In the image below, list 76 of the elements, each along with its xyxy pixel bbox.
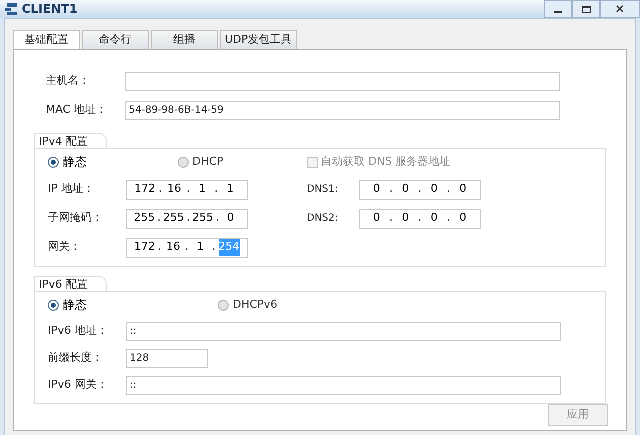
ip-address-field[interactable]: 0 . 0 . 0 . 0 xyxy=(359,180,481,200)
input-field[interactable]: 54-89-98-6B-14-59 xyxy=(125,101,560,120)
field-label: 前缀长度： xyxy=(48,350,104,366)
octet: 0 xyxy=(372,181,382,198)
octet: 1 xyxy=(196,239,206,256)
octet-separator: . xyxy=(186,181,190,198)
octet-separator: . xyxy=(158,239,162,256)
octet: 0 xyxy=(430,210,439,226)
octet: 0 xyxy=(401,210,410,226)
octet: 0 xyxy=(372,210,382,226)
input-field[interactable]: :: xyxy=(126,376,561,395)
field-label: IPv6 网关： xyxy=(48,377,109,394)
field-label: 主机名： xyxy=(46,73,91,90)
octet: 0 xyxy=(458,210,468,226)
octet: 255 xyxy=(134,210,156,226)
close-icon xyxy=(616,5,624,13)
octet: 172 xyxy=(134,181,156,198)
octet-separator: . xyxy=(389,181,393,198)
radio-label: DHCPv6 xyxy=(233,296,278,313)
octet-separator: . xyxy=(186,210,190,226)
radio-label: DHCP xyxy=(192,154,224,170)
octet-separator: . xyxy=(158,181,162,198)
input-field[interactable]: 128 xyxy=(126,349,208,368)
field-label: IPv6 地址： xyxy=(48,323,109,340)
tab[interactable]: 基础配置 xyxy=(13,30,80,49)
octet-separator: . xyxy=(216,210,220,226)
octet-separator: . xyxy=(418,181,422,198)
octet-separator: . xyxy=(418,210,422,226)
tab[interactable]: UDP发包工具 xyxy=(220,30,298,49)
octet-separator: . xyxy=(389,210,393,226)
octet: 0 xyxy=(401,181,410,198)
octet: 1 xyxy=(226,181,235,198)
close-button[interactable] xyxy=(600,0,640,18)
radio-label: 静态 xyxy=(63,297,87,314)
ip-address-field[interactable]: 255 . 255 . 255 . 0 xyxy=(126,208,248,228)
octet-separator: . xyxy=(447,181,451,198)
octet: 172 xyxy=(134,239,156,256)
octet: 255 xyxy=(192,210,214,226)
octet: 254 xyxy=(218,239,240,256)
ip-address-field[interactable]: 172 . 16 . 1 . 1 xyxy=(126,180,248,200)
octet: 1 xyxy=(198,181,207,198)
octet: 16 xyxy=(165,239,182,256)
ip-address-field[interactable]: 172 . 16 . 1 . 254 xyxy=(126,238,248,258)
radio-button[interactable] xyxy=(48,156,59,168)
tab[interactable]: 命令行 xyxy=(82,30,149,49)
radio-label: 静态 xyxy=(63,154,87,171)
maximize-button[interactable] xyxy=(572,0,600,18)
input-field[interactable]: :: xyxy=(126,322,561,341)
octet-separator: . xyxy=(214,181,218,198)
group-title: IPv6 配置 xyxy=(34,276,107,291)
octet-separator: . xyxy=(212,239,216,256)
minimize-button[interactable] xyxy=(544,0,572,18)
octet: 16 xyxy=(166,181,182,198)
octet: 0 xyxy=(226,210,236,226)
window-title: CLIENT1 xyxy=(22,1,78,18)
checkbox-label: 自动获取 DNS 服务器地址 xyxy=(321,154,451,170)
octet-separator: . xyxy=(447,210,451,226)
octet-separator: . xyxy=(158,210,162,226)
field-label: 网关： xyxy=(48,239,82,256)
radio-button[interactable] xyxy=(178,156,188,168)
radio-button[interactable] xyxy=(48,300,59,310)
field-label: 子网掩码： xyxy=(48,210,104,226)
octet: 0 xyxy=(430,181,439,198)
client-icon xyxy=(4,2,18,16)
ip-address-field[interactable]: 0 . 0 . 0 . 0 xyxy=(359,208,481,228)
octet-separator: . xyxy=(185,239,189,256)
field-label: DNS1: xyxy=(307,183,340,197)
radio-button[interactable] xyxy=(218,300,229,310)
group-title: IPv4 配置 xyxy=(34,133,107,148)
field-label: IP 地址： xyxy=(48,181,96,198)
field-label: MAC 地址： xyxy=(46,102,108,118)
tab[interactable]: 组播 xyxy=(151,30,218,49)
field-label: DNS2: xyxy=(307,212,340,226)
octet: 255 xyxy=(163,210,184,226)
octet: 0 xyxy=(458,181,468,198)
input-field[interactable] xyxy=(125,72,560,91)
